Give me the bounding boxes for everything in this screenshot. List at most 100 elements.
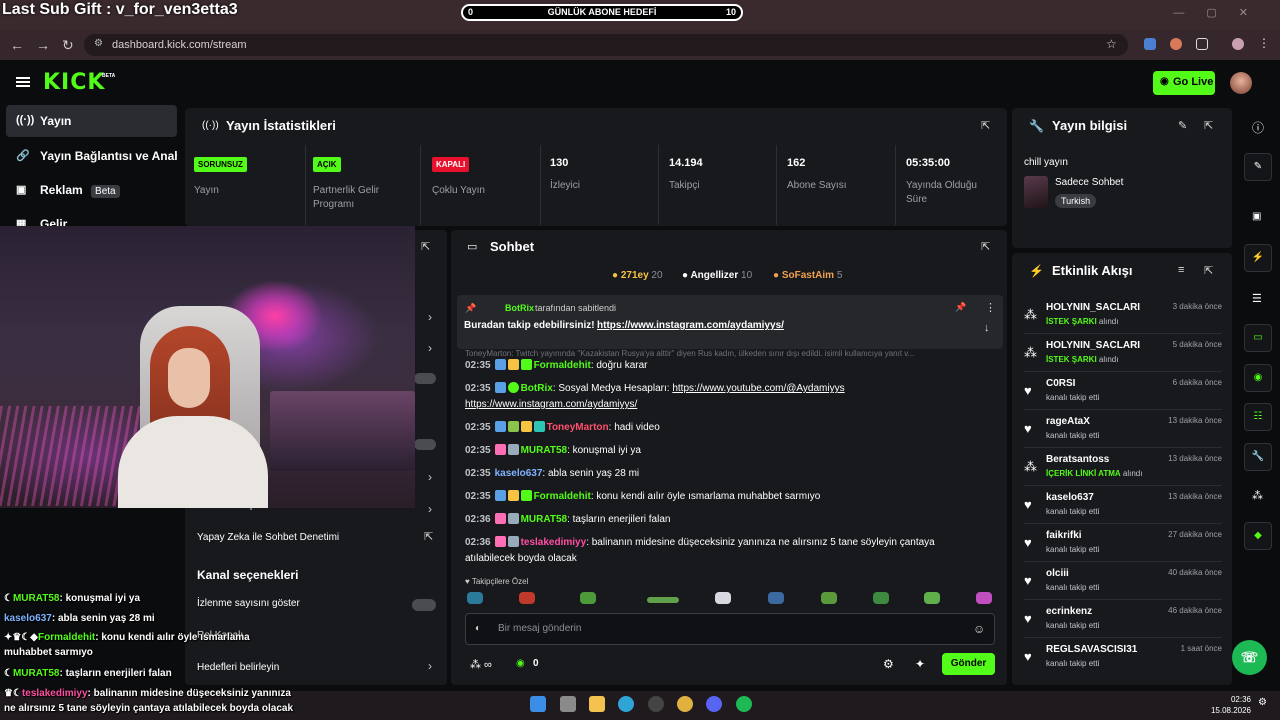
chat-tools-icon[interactable]: ✦ — [915, 657, 925, 671]
popout-icon[interactable]: ⇱ — [1204, 119, 1213, 132]
chat-link[interactable]: https://www.youtube.com/@Aydamiyys — [672, 383, 844, 394]
popout-icon[interactable]: ⇱ — [981, 119, 990, 132]
chevron-right-icon[interactable]: › — [428, 341, 432, 355]
start-icon[interactable] — [530, 696, 546, 712]
activity-user[interactable]: Beratsantoss — [1046, 454, 1109, 465]
spotify-icon[interactable] — [736, 696, 752, 712]
task-view-icon[interactable] — [560, 696, 576, 712]
toggle-switch[interactable] — [414, 373, 436, 384]
chevron-right-icon[interactable]: › — [428, 659, 432, 673]
lightning-icon[interactable]: ⚡ — [1244, 244, 1272, 272]
emote[interactable] — [715, 592, 731, 604]
popout-icon[interactable]: ⇱ — [421, 240, 430, 253]
emote[interactable] — [647, 597, 679, 603]
emote[interactable] — [467, 592, 483, 604]
browser-menu-icon[interactable]: ⋮ — [1258, 36, 1270, 50]
wrench-icon[interactable]: 🔧 — [1244, 443, 1272, 471]
url-text[interactable]: dashboard.kick.com/stream — [112, 39, 247, 51]
activity-user[interactable]: C0RSI — [1046, 378, 1075, 389]
chat-username[interactable]: MURAT58 — [521, 445, 567, 456]
file-explorer-icon[interactable] — [589, 696, 605, 712]
gift-icon[interactable]: ◆ — [1244, 522, 1272, 550]
ai-moderation-row[interactable]: Yapay Zeka ile Sohbet Denetimi — [197, 532, 339, 543]
popout-icon[interactable]: ⇱ — [1204, 264, 1213, 277]
activity-user[interactable]: faikrifki — [1046, 530, 1082, 541]
chrome-icon[interactable] — [677, 696, 693, 712]
activity-user[interactable]: rageAtaX — [1046, 416, 1090, 427]
system-clock[interactable]: 02:36 15.08.2026 — [1211, 694, 1251, 716]
window-controls[interactable]: —▢✕ — [1173, 6, 1270, 19]
leaderboard-item[interactable]: ● SoFastAim 5 — [773, 270, 842, 281]
emote[interactable] — [873, 592, 889, 604]
filter-icon[interactable]: ≡ — [1178, 264, 1184, 276]
chat-username[interactable]: BotRix — [521, 383, 553, 394]
unpin-icon[interactable]: 📌 — [955, 302, 966, 313]
activity-user[interactable]: REGLSAVASCISI31 — [1046, 644, 1137, 655]
activity-user[interactable]: kaselo637 — [1046, 492, 1094, 503]
sidebar-item-yayin[interactable]: ((·)) Yayın — [6, 105, 177, 137]
forward-icon[interactable]: → — [36, 37, 50, 53]
chat-settings-icon[interactable]: ◐ — [475, 623, 481, 634]
site-info-icon[interactable]: ⚙ — [94, 38, 103, 49]
profile-icon[interactable] — [1232, 38, 1244, 50]
help-chat-button[interactable]: ☏ — [1232, 640, 1267, 675]
leaderboard-item[interactable]: ● 271ey 20 — [612, 270, 663, 281]
emote[interactable] — [768, 592, 784, 604]
emote[interactable] — [821, 592, 837, 604]
back-icon[interactable]: ← — [10, 37, 24, 53]
edge-icon[interactable] — [618, 696, 634, 712]
chat-username[interactable]: teslakedimiyy — [521, 537, 587, 548]
translate-extension-icon[interactable] — [1144, 38, 1156, 50]
activity-user[interactable]: HOLYNIN_SACLARI — [1046, 302, 1140, 313]
avatar[interactable] — [1230, 72, 1252, 94]
chevron-right-icon[interactable]: › — [428, 502, 432, 516]
chat-username[interactable]: MURAT58 — [521, 514, 567, 525]
extensions-puzzle-icon[interactable] — [1196, 38, 1208, 50]
channel-points-icon[interactable]: ⁂ ∞ — [470, 658, 492, 671]
broadcast-icon[interactable]: ◉ — [1244, 364, 1272, 392]
sidebar-item-reklam[interactable]: ▣ Reklam Beta — [6, 174, 177, 206]
moderation-icon[interactable]: ☷ — [1244, 403, 1272, 431]
toggle-switch[interactable] — [414, 439, 436, 450]
menu-icon[interactable] — [16, 77, 30, 87]
emote[interactable] — [924, 592, 940, 604]
edit-icon[interactable]: ✎ — [1178, 119, 1187, 132]
external-link-icon[interactable]: ⇱ — [424, 530, 433, 543]
chat-link[interactable]: https://www.instagram.com/aydamiyys/ — [465, 399, 637, 410]
emoji-icon[interactable]: ☺ — [973, 622, 985, 636]
chevron-right-icon[interactable]: › — [428, 470, 432, 484]
kick-logo[interactable]: KICK — [43, 70, 105, 95]
arrow-down-icon[interactable]: ↓ — [984, 322, 990, 334]
discord-icon[interactable] — [706, 696, 722, 712]
set-goals-row[interactable]: Hedefleri belirleyin — [197, 662, 279, 673]
emote[interactable] — [580, 592, 596, 604]
leaderboard-item[interactable]: ● Angellizer 10 — [682, 270, 752, 281]
chat-username[interactable]: kaselo637 — [495, 468, 543, 479]
activity-user[interactable]: ecrinkenz — [1046, 606, 1092, 617]
activity-user[interactable]: olciii — [1046, 568, 1069, 579]
extension-icon[interactable] — [1170, 38, 1182, 50]
activity-user[interactable]: HOLYNIN_SACLARI — [1046, 340, 1140, 351]
pinned-by-user[interactable]: BotRix — [505, 303, 534, 313]
list-icon[interactable]: ☰ — [1252, 292, 1262, 305]
pinned-link[interactable]: https://www.instagram.com/aydamiyys/ — [597, 320, 784, 331]
channel-points-icon[interactable]: ⁂ — [1252, 489, 1263, 502]
bookmark-star-icon[interactable]: ☆ — [1106, 37, 1117, 51]
chat-icon[interactable]: ▭ — [1244, 324, 1272, 352]
info-icon[interactable]: ⓘ — [1252, 119, 1264, 136]
show-viewers-toggle[interactable] — [412, 599, 436, 611]
category-name[interactable]: Sadece Sohbet — [1055, 177, 1123, 188]
more-options-icon[interactable]: ⋮ — [985, 301, 996, 314]
chat-username[interactable]: Formaldehit — [534, 491, 591, 502]
emote[interactable] — [976, 592, 992, 604]
chat-input[interactable]: ◐ Bir mesaj gönderin ☺ — [465, 613, 995, 645]
chevron-right-icon[interactable]: › — [428, 310, 432, 324]
sidebar-item-gelir[interactable]: ▦ Gelir — [6, 208, 177, 226]
popout-icon[interactable]: ⇱ — [981, 240, 990, 253]
send-button[interactable]: Gönder — [942, 653, 995, 675]
edit-icon[interactable]: ✎ — [1244, 153, 1272, 181]
chat-username[interactable]: ToneyMarton — [547, 422, 609, 433]
reload-icon[interactable]: ↻ — [62, 37, 74, 54]
go-live-button[interactable]: ◉ Go Live — [1153, 71, 1215, 95]
settings-gear-icon[interactable]: ⚙ — [883, 657, 894, 671]
